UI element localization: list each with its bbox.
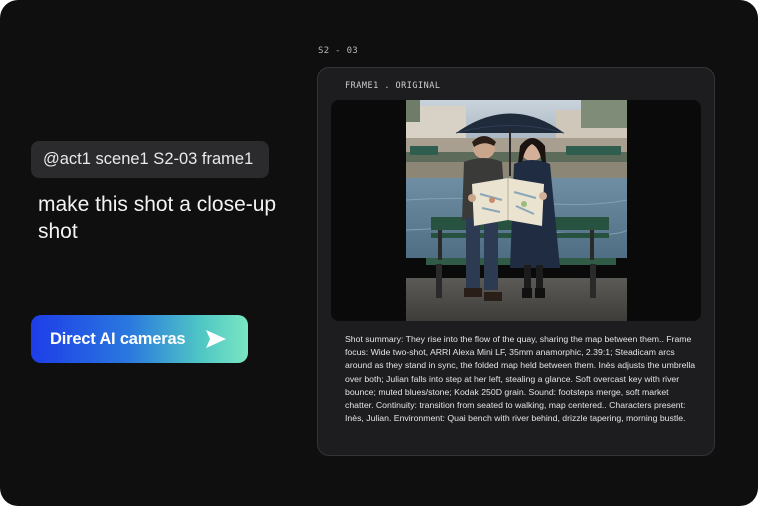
shot-summary-text: Shot summary: They rise into the flow of… — [345, 334, 696, 424]
shot-id-label: S2 - 03 — [318, 46, 359, 56]
couple-under-umbrella-image — [406, 100, 627, 321]
frame-preview[interactable] — [331, 100, 701, 321]
shot-card: FRAME1 . ORIGINAL Shot summary: They ris… — [317, 67, 715, 456]
send-arrow-icon — [206, 330, 226, 348]
frame-label: FRAME1 . ORIGINAL — [345, 81, 441, 91]
shot-mention-chip[interactable]: @act1 scene1 S2-03 frame1 — [31, 141, 269, 178]
frame-image — [406, 100, 627, 321]
app-window: @act1 scene1 S2-03 frame1 make this shot… — [0, 0, 758, 506]
direct-ai-cameras-label: Direct AI cameras — [50, 329, 186, 348]
direct-ai-cameras-button[interactable]: Direct AI cameras — [31, 315, 248, 363]
prompt-text: make this shot a close-up shot — [38, 193, 277, 243]
